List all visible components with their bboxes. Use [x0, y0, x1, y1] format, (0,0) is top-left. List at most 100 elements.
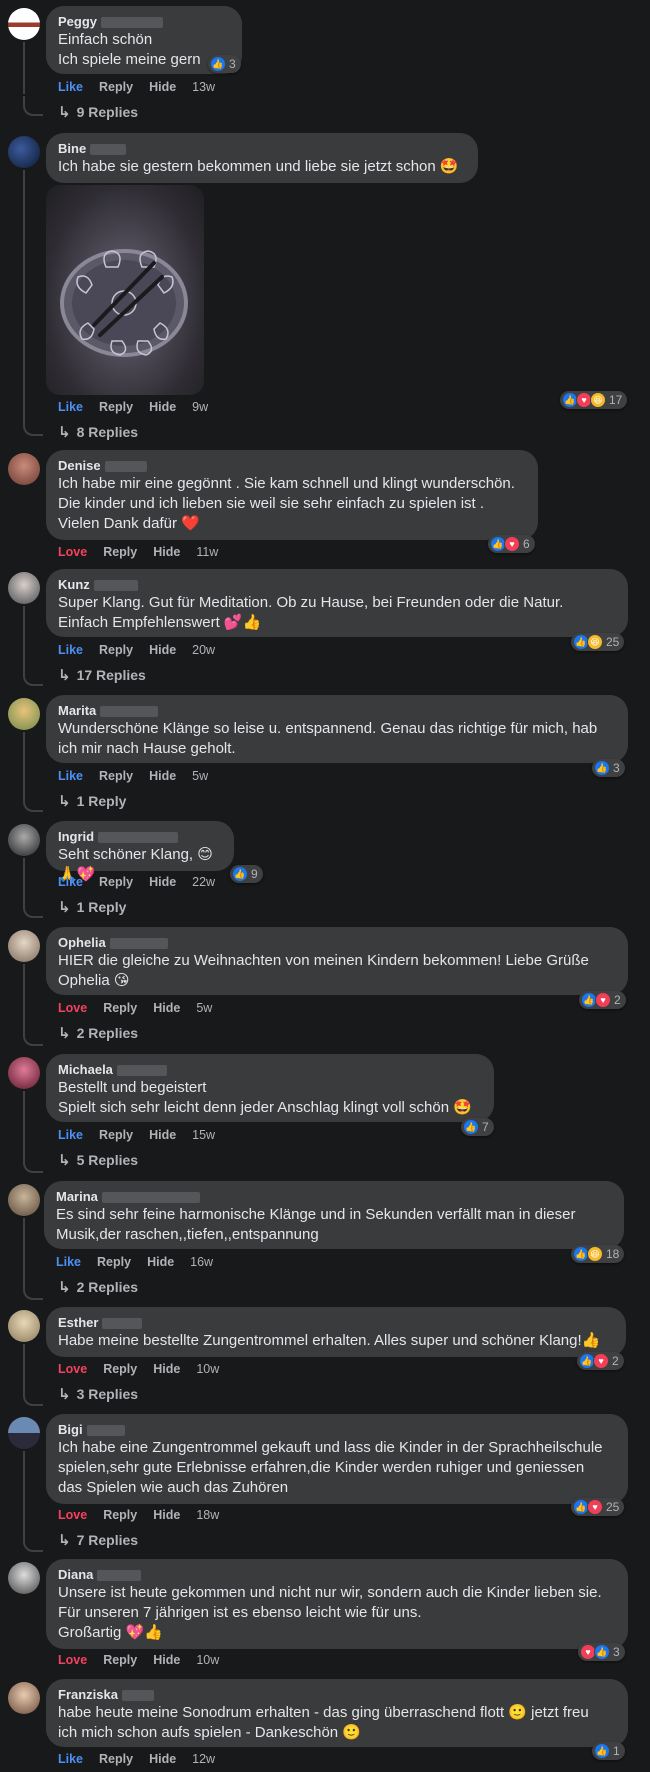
avatar[interactable] — [8, 1310, 40, 1342]
attached-photo[interactable] — [46, 185, 204, 395]
avatar[interactable] — [8, 8, 40, 40]
like-button[interactable]: Like — [58, 1128, 83, 1142]
comment-author[interactable]: Michaela — [58, 1062, 482, 1078]
comment-timestamp[interactable]: 5w — [196, 1001, 212, 1015]
comment-author[interactable]: Esther — [58, 1315, 614, 1331]
like-button[interactable]: Like — [58, 80, 83, 94]
comment-timestamp[interactable]: 5w — [192, 769, 208, 783]
view-replies-link[interactable]: ↳ 3 Replies — [58, 1385, 138, 1403]
avatar[interactable] — [8, 453, 40, 485]
like-button[interactable]: Like — [58, 875, 83, 889]
like-button[interactable]: Like — [58, 1752, 83, 1766]
reply-button[interactable]: Reply — [103, 545, 137, 559]
love-button[interactable]: Love — [58, 1508, 87, 1522]
reaction-summary[interactable]: 👍 😆 25 — [571, 633, 625, 651]
hide-button[interactable]: Hide — [149, 643, 176, 657]
reaction-summary[interactable]: 👍 ♥ 25 — [571, 1498, 625, 1516]
love-button[interactable]: Love — [58, 1653, 87, 1667]
reply-button[interactable]: Reply — [97, 1255, 131, 1269]
comment-timestamp[interactable]: 15w — [192, 1128, 215, 1142]
comment-timestamp[interactable]: 22w — [192, 875, 215, 889]
reaction-summary[interactable]: 👍 9 — [230, 865, 263, 883]
comment-author[interactable]: Kunz — [58, 577, 616, 593]
reaction-summary[interactable]: 👍 😆 18 — [571, 1245, 625, 1263]
reaction-summary[interactable]: ♥ 👍 3 — [578, 1643, 625, 1661]
comment-timestamp[interactable]: 10w — [196, 1653, 219, 1667]
reply-button[interactable]: Reply — [103, 1653, 137, 1667]
hide-button[interactable]: Hide — [149, 80, 176, 94]
reaction-summary[interactable]: 👍 3 — [208, 55, 241, 73]
hide-button[interactable]: Hide — [153, 545, 180, 559]
comment-timestamp[interactable]: 10w — [196, 1362, 219, 1376]
comment-author[interactable]: Franziska — [58, 1687, 616, 1703]
avatar[interactable] — [8, 1682, 40, 1714]
reaction-summary[interactable]: 👍 ♥ 2 — [577, 1352, 624, 1370]
reaction-summary[interactable]: 👍 ♥ 2 — [579, 991, 626, 1009]
avatar[interactable] — [8, 1184, 40, 1216]
like-button[interactable]: Like — [56, 1255, 81, 1269]
comment-author[interactable]: Bigi — [58, 1422, 616, 1438]
avatar[interactable] — [8, 1057, 40, 1089]
comment-timestamp[interactable]: 16w — [190, 1255, 213, 1269]
hide-button[interactable]: Hide — [153, 1001, 180, 1015]
reply-button[interactable]: Reply — [103, 1362, 137, 1376]
reply-button[interactable]: Reply — [99, 643, 133, 657]
comment-author[interactable]: Diana — [58, 1567, 616, 1583]
avatar[interactable] — [8, 1562, 40, 1594]
comment-author[interactable]: Bine — [58, 141, 466, 157]
hide-button[interactable]: Hide — [147, 1255, 174, 1269]
avatar[interactable] — [8, 698, 40, 730]
reaction-summary[interactable]: 👍 7 — [461, 1118, 494, 1136]
like-button[interactable]: Like — [58, 769, 83, 783]
view-replies-link[interactable]: ↳ 17 Replies — [58, 666, 146, 684]
comment-timestamp[interactable]: 11w — [196, 545, 218, 559]
comment-author[interactable]: Ingrid — [58, 829, 222, 845]
reply-button[interactable]: Reply — [99, 769, 133, 783]
view-replies-link[interactable]: ↳ 1 Reply — [58, 898, 126, 916]
hide-button[interactable]: Hide — [149, 1128, 176, 1142]
avatar[interactable] — [8, 1417, 40, 1449]
reaction-summary[interactable]: 👍 ♥ 😆 17 — [560, 391, 628, 409]
comment-author[interactable]: Denise — [58, 458, 526, 474]
avatar[interactable] — [8, 572, 40, 604]
love-button[interactable]: Love — [58, 545, 87, 559]
reply-button[interactable]: Reply — [99, 1128, 133, 1142]
like-button[interactable]: Like — [58, 643, 83, 657]
view-replies-link[interactable]: ↳ 7 Replies — [58, 1531, 138, 1549]
reply-button[interactable]: Reply — [99, 875, 133, 889]
view-replies-link[interactable]: ↳ 8 Replies — [58, 423, 138, 441]
comment-timestamp[interactable]: 13w — [192, 80, 215, 94]
view-replies-link[interactable]: ↳ 9 Replies — [58, 103, 138, 121]
reaction-summary[interactable]: 👍 3 — [592, 759, 625, 777]
comment-timestamp[interactable]: 18w — [196, 1508, 219, 1522]
reply-button[interactable]: Reply — [99, 1752, 133, 1766]
reply-button[interactable]: Reply — [103, 1508, 137, 1522]
avatar[interactable] — [8, 136, 40, 168]
comment-author[interactable]: Ophelia — [58, 935, 616, 951]
view-replies-link[interactable]: ↳ 5 Replies — [58, 1151, 138, 1169]
view-replies-link[interactable]: ↳ 2 Replies — [58, 1024, 138, 1042]
comment-timestamp[interactable]: 12w — [192, 1752, 215, 1766]
reaction-summary[interactable]: 👍 1 — [592, 1742, 625, 1760]
hide-button[interactable]: Hide — [149, 1752, 176, 1766]
reply-button[interactable]: Reply — [99, 400, 133, 414]
love-button[interactable]: Love — [58, 1362, 87, 1376]
comment-author[interactable]: Peggy — [58, 14, 230, 30]
comment-timestamp[interactable]: 20w — [192, 643, 215, 657]
like-button[interactable]: Like — [58, 400, 83, 414]
hide-button[interactable]: Hide — [149, 769, 176, 783]
hide-button[interactable]: Hide — [153, 1508, 180, 1522]
comment-author[interactable]: Marina — [56, 1189, 612, 1205]
comment-timestamp[interactable]: 9w — [192, 400, 208, 414]
hide-button[interactable]: Hide — [153, 1362, 180, 1376]
hide-button[interactable]: Hide — [149, 400, 176, 414]
love-button[interactable]: Love — [58, 1001, 87, 1015]
hide-button[interactable]: Hide — [149, 875, 176, 889]
reply-button[interactable]: Reply — [103, 1001, 137, 1015]
reply-button[interactable]: Reply — [99, 80, 133, 94]
view-replies-link[interactable]: ↳ 1 Reply — [58, 792, 126, 810]
view-replies-link[interactable]: ↳ 2 Replies — [58, 1278, 138, 1296]
reaction-summary[interactable]: 👍 ♥ 6 — [488, 535, 535, 553]
comment-author[interactable]: Marita — [58, 703, 616, 719]
avatar[interactable] — [8, 930, 40, 962]
